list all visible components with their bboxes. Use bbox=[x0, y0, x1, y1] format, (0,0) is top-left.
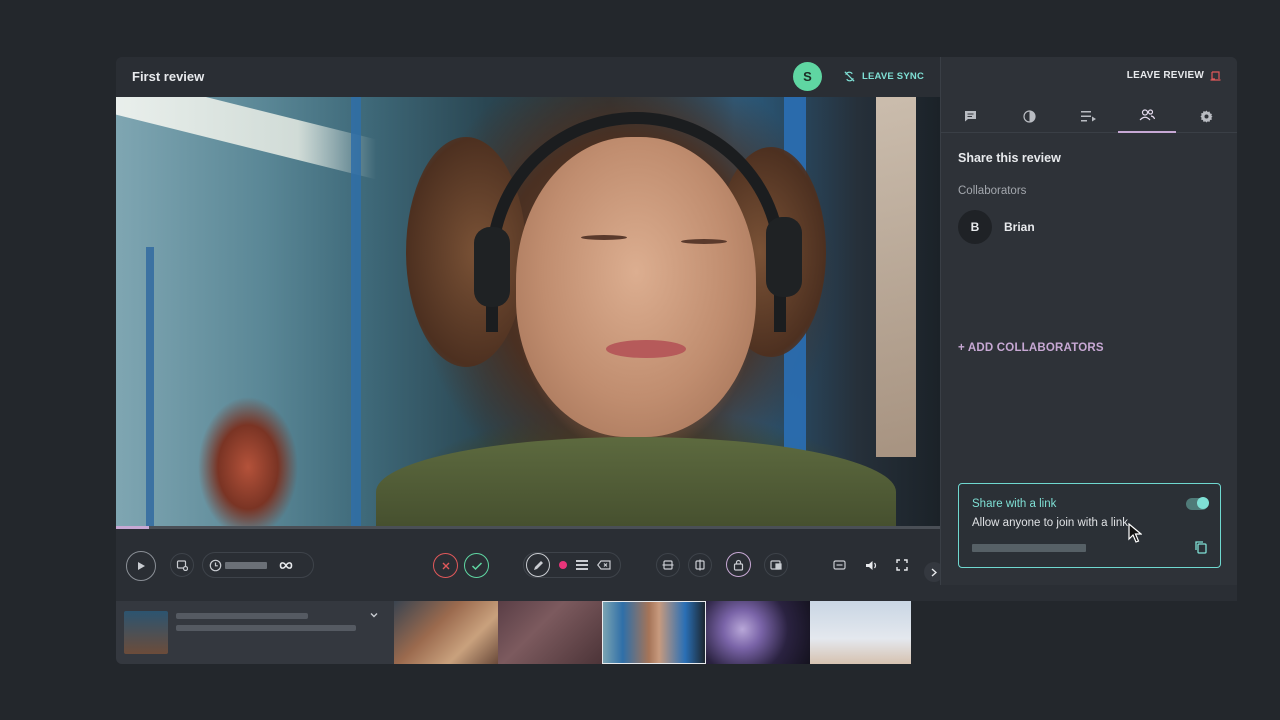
leave-review-button[interactable]: LEAVE REVIEW bbox=[1127, 70, 1221, 81]
clock-icon bbox=[209, 559, 222, 572]
frame-icon bbox=[176, 560, 188, 571]
sync-off-icon bbox=[844, 71, 855, 82]
subject-shirt bbox=[376, 437, 896, 528]
asset-thumbnail bbox=[124, 611, 168, 654]
subject-mouth bbox=[606, 340, 686, 358]
toggle-knob bbox=[1197, 497, 1209, 509]
compare-button[interactable] bbox=[688, 553, 712, 577]
play-icon bbox=[138, 562, 145, 570]
train-pole bbox=[351, 97, 361, 528]
panel-tabs bbox=[941, 99, 1237, 133]
timecode-value bbox=[225, 562, 267, 569]
tab-comments[interactable] bbox=[941, 99, 999, 133]
ceiling-light bbox=[116, 97, 376, 180]
overlay-icon bbox=[770, 560, 782, 570]
background-passenger bbox=[198, 377, 298, 527]
tab-playlist[interactable] bbox=[1059, 99, 1117, 133]
share-link-url[interactable] bbox=[972, 544, 1086, 552]
guides-icon bbox=[662, 560, 674, 570]
filmstrip-frame-current[interactable] bbox=[602, 601, 706, 664]
share-link-card: Share with a link Allow anyone to join w… bbox=[958, 483, 1221, 568]
gear-icon bbox=[1200, 110, 1212, 122]
captions-icon bbox=[832, 560, 846, 570]
filmstrip-frame[interactable] bbox=[394, 601, 498, 664]
player-controls bbox=[116, 529, 944, 601]
asset-meta-placeholder bbox=[176, 625, 356, 631]
split-view-icon bbox=[695, 559, 705, 571]
volume-button[interactable] bbox=[859, 553, 883, 577]
share-link-description: Allow anyone to join with a link bbox=[972, 517, 1128, 529]
eraser-icon[interactable] bbox=[597, 560, 611, 570]
chevron-down-icon[interactable] bbox=[368, 609, 380, 621]
review-app: First review S LEAVE SYNC LEAVE REVIEW S… bbox=[116, 57, 1237, 664]
collaborator-avatar: B bbox=[958, 210, 992, 244]
video-frame[interactable] bbox=[116, 97, 940, 528]
headphones-cup bbox=[766, 217, 802, 297]
fullscreen-button[interactable] bbox=[890, 553, 914, 577]
check-icon bbox=[471, 561, 482, 570]
close-icon bbox=[442, 562, 449, 569]
train-window bbox=[876, 97, 916, 457]
filmstrip bbox=[116, 601, 1237, 664]
filmstrip-frame[interactable] bbox=[706, 601, 810, 664]
lock-annotations-button[interactable] bbox=[726, 552, 751, 577]
overlay-button[interactable] bbox=[764, 553, 788, 577]
color-picker-button[interactable] bbox=[559, 561, 567, 569]
contrast-icon bbox=[1022, 109, 1036, 123]
pencil-icon bbox=[533, 560, 543, 570]
share-link-toggle[interactable] bbox=[1186, 497, 1209, 510]
tab-share[interactable] bbox=[1118, 99, 1176, 133]
side-panel: LEAVE REVIEW Share this review Collabora… bbox=[940, 57, 1237, 585]
tab-color[interactable] bbox=[1000, 99, 1058, 133]
leave-review-label: LEAVE REVIEW bbox=[1126, 70, 1204, 81]
share-title: Share this review bbox=[958, 151, 1061, 165]
mouse-cursor-icon bbox=[1128, 523, 1142, 543]
review-title: First review bbox=[132, 69, 205, 84]
collaborator-name: Brian bbox=[1004, 220, 1035, 234]
leave-sync-button[interactable]: LEAVE SYNC bbox=[843, 70, 924, 83]
user-avatar[interactable]: S bbox=[793, 62, 822, 91]
collaborator-item[interactable]: B Brian bbox=[958, 210, 1035, 244]
stroke-width-icon[interactable] bbox=[576, 560, 588, 570]
leave-sync-label: LEAVE SYNC bbox=[862, 71, 925, 82]
comment-icon bbox=[964, 111, 976, 122]
fullscreen-icon bbox=[896, 559, 908, 571]
add-collaborators-button[interactable]: + ADD COLLABORATORS bbox=[958, 342, 1104, 354]
approve-button[interactable] bbox=[464, 553, 489, 578]
share-link-title: Share with a link bbox=[972, 498, 1057, 510]
play-button[interactable] bbox=[126, 551, 156, 581]
tab-settings[interactable] bbox=[1177, 99, 1235, 133]
chevron-right-icon bbox=[931, 567, 937, 577]
volume-icon bbox=[865, 560, 876, 570]
playlist-icon bbox=[1080, 110, 1096, 121]
review-header: First review S LEAVE SYNC bbox=[116, 57, 940, 97]
captions-button[interactable] bbox=[827, 553, 851, 577]
filmstrip-frame[interactable] bbox=[810, 601, 911, 664]
draw-tool-button[interactable] bbox=[526, 553, 550, 577]
frame-settings-button[interactable] bbox=[170, 553, 194, 577]
timecode-control[interactable] bbox=[202, 552, 314, 578]
asset-name-placeholder bbox=[176, 613, 308, 619]
headphones-cup bbox=[474, 227, 510, 307]
collaborators-label: Collaborators bbox=[958, 185, 1027, 197]
headphones-band bbox=[486, 112, 786, 332]
copy-icon[interactable] bbox=[1194, 540, 1208, 554]
users-icon bbox=[1139, 109, 1155, 121]
lock-icon bbox=[733, 559, 744, 571]
reject-button[interactable] bbox=[433, 553, 458, 578]
filmstrip-frame[interactable] bbox=[498, 601, 602, 664]
current-asset-card[interactable] bbox=[116, 601, 394, 664]
exit-icon bbox=[1210, 71, 1221, 81]
safe-area-button[interactable] bbox=[656, 553, 680, 577]
loop-icon[interactable] bbox=[279, 560, 293, 571]
train-pole bbox=[146, 247, 154, 528]
drawing-tools bbox=[523, 552, 621, 578]
